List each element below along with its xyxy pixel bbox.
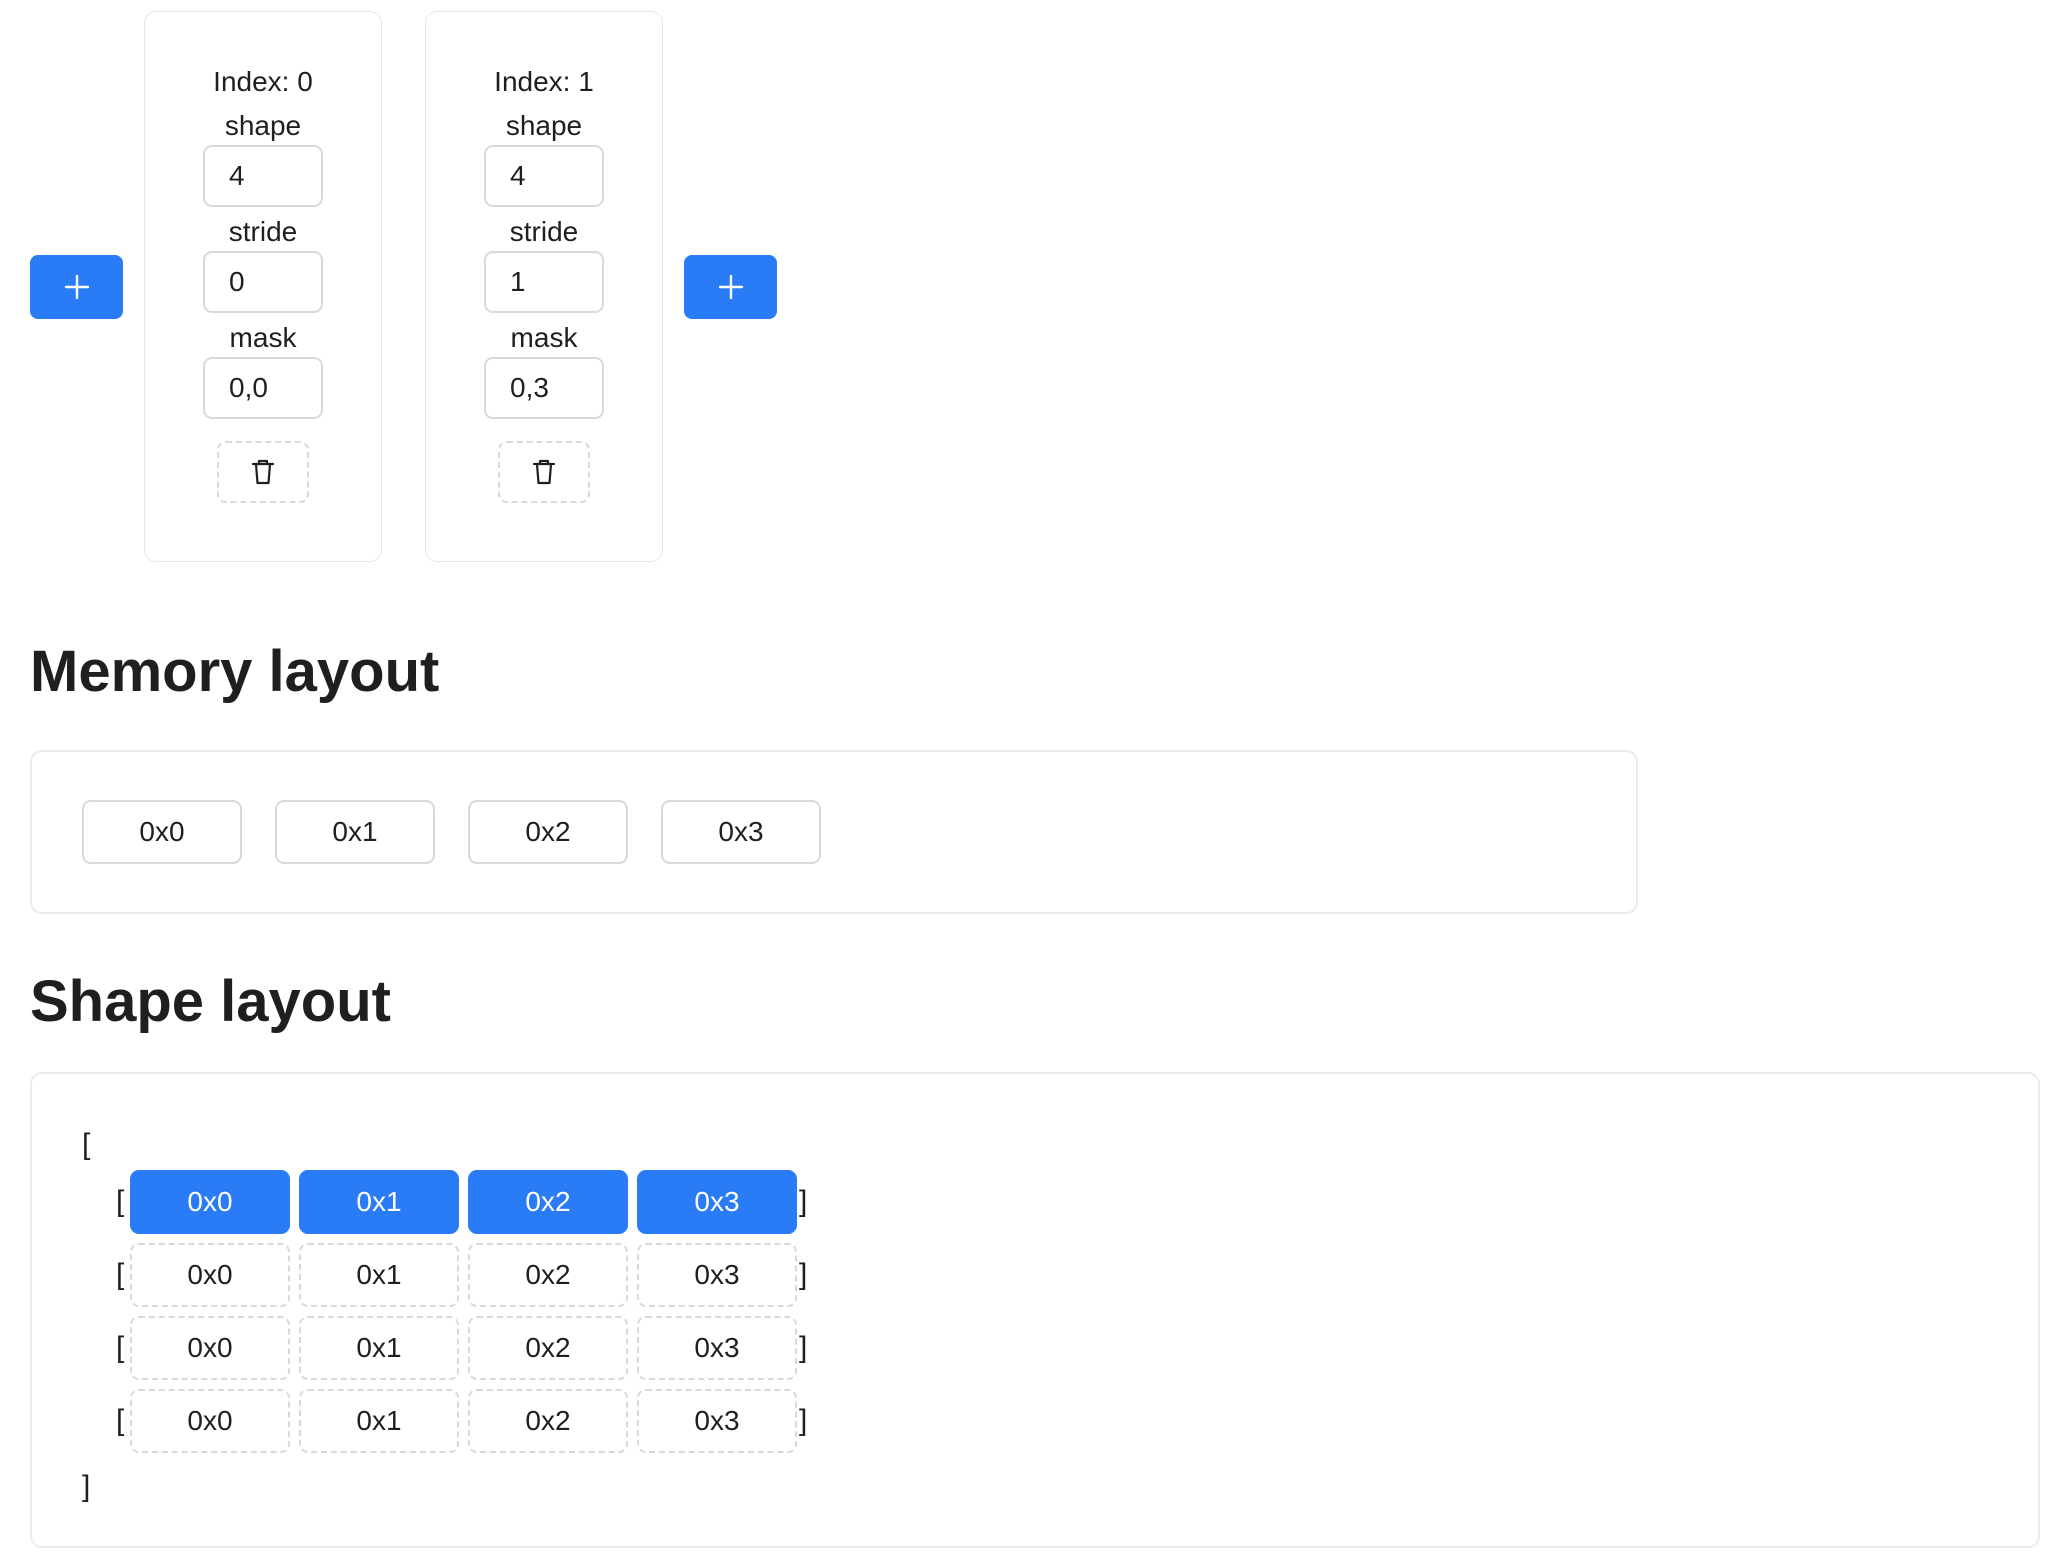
shape-cell[interactable]: 0x3 <box>637 1389 797 1453</box>
dimension-card-0: Index: 0 shape stride mask <box>144 11 382 562</box>
app-root: Index: 0 shape stride mask Index: 1 shap… <box>0 0 2060 1560</box>
row-close-bracket: ] <box>799 1258 808 1291</box>
shape-cell[interactable]: 0x1 <box>299 1316 459 1380</box>
mask-label: mask <box>229 322 297 353</box>
outer-open-bracket: [ <box>82 1128 91 1161</box>
row-close-bracket: ] <box>799 1185 808 1218</box>
shape-cell[interactable]: 0x0 <box>130 1316 290 1380</box>
dimension-editor: Index: 0 shape stride mask Index: 1 shap… <box>30 10 777 563</box>
row-open-bracket: [ <box>116 1331 125 1364</box>
mask-input[interactable] <box>484 357 604 419</box>
memory-cell: 0x0 <box>82 800 242 864</box>
shape-cell[interactable]: 0x3 <box>637 1316 797 1380</box>
dimension-card-1: Index: 1 shape stride mask <box>425 11 663 562</box>
shape-cell[interactable]: 0x2 <box>468 1170 628 1234</box>
memory-layout-panel: 0x0 0x1 0x2 0x3 <box>30 750 1638 914</box>
row-open-bracket: [ <box>116 1404 125 1437</box>
shape-cell[interactable]: 0x2 <box>468 1316 628 1380</box>
trash-icon <box>251 459 275 485</box>
memory-cell: 0x1 <box>275 800 435 864</box>
shape-label: shape <box>224 110 302 141</box>
stride-label: stride <box>509 216 579 247</box>
row-close-bracket: ] <box>799 1404 808 1437</box>
shape-row: [ 0x0 0x1 0x2 0x3 ] <box>116 1243 807 1307</box>
add-dimension-after-button[interactable] <box>684 254 777 319</box>
shape-layout-panel: [ [ 0x0 0x1 0x2 0x3 ] [ 0x0 0x1 0x2 0x3 … <box>30 1072 2040 1548</box>
shape-cell[interactable]: 0x0 <box>130 1170 290 1234</box>
memory-cell: 0x3 <box>661 800 821 864</box>
shape-label: shape <box>505 110 583 141</box>
mask-input[interactable] <box>203 357 323 419</box>
row-open-bracket: [ <box>116 1185 125 1218</box>
plus-icon <box>718 274 743 299</box>
plus-icon <box>64 274 89 299</box>
shape-cell[interactable]: 0x3 <box>637 1243 797 1307</box>
memory-layout-heading: Memory layout <box>30 639 440 704</box>
row-close-bracket: ] <box>799 1331 808 1364</box>
shape-row: [ 0x0 0x1 0x2 0x3 ] <box>116 1389 807 1453</box>
stride-input[interactable] <box>203 251 323 313</box>
outer-close-bracket: ] <box>82 1470 91 1503</box>
shape-cell[interactable]: 0x1 <box>299 1389 459 1453</box>
delete-dimension-button[interactable] <box>498 441 590 503</box>
shape-cell[interactable]: 0x1 <box>299 1170 459 1234</box>
shape-cell[interactable]: 0x0 <box>130 1389 290 1453</box>
row-open-bracket: [ <box>116 1258 125 1291</box>
stride-input[interactable] <box>484 251 604 313</box>
shape-cell[interactable]: 0x1 <box>299 1243 459 1307</box>
shape-row: [ 0x0 0x1 0x2 0x3 ] <box>116 1170 807 1234</box>
shape-layout-heading: Shape layout <box>30 969 391 1034</box>
memory-cell: 0x2 <box>468 800 628 864</box>
shape-cell[interactable]: 0x2 <box>468 1389 628 1453</box>
shape-input[interactable] <box>203 145 323 207</box>
shape-cell[interactable]: 0x3 <box>637 1170 797 1234</box>
shape-row: [ 0x0 0x1 0x2 0x3 ] <box>116 1316 807 1380</box>
stride-label: stride <box>228 216 298 247</box>
mask-label: mask <box>510 322 578 353</box>
dimension-index-label: Index: 0 <box>213 66 313 97</box>
shape-input[interactable] <box>484 145 604 207</box>
dimension-index-label: Index: 1 <box>494 66 594 97</box>
delete-dimension-button[interactable] <box>217 441 309 503</box>
shape-cell[interactable]: 0x2 <box>468 1243 628 1307</box>
shape-cell[interactable]: 0x0 <box>130 1243 290 1307</box>
trash-icon <box>532 459 556 485</box>
add-dimension-before-button[interactable] <box>30 254 123 319</box>
